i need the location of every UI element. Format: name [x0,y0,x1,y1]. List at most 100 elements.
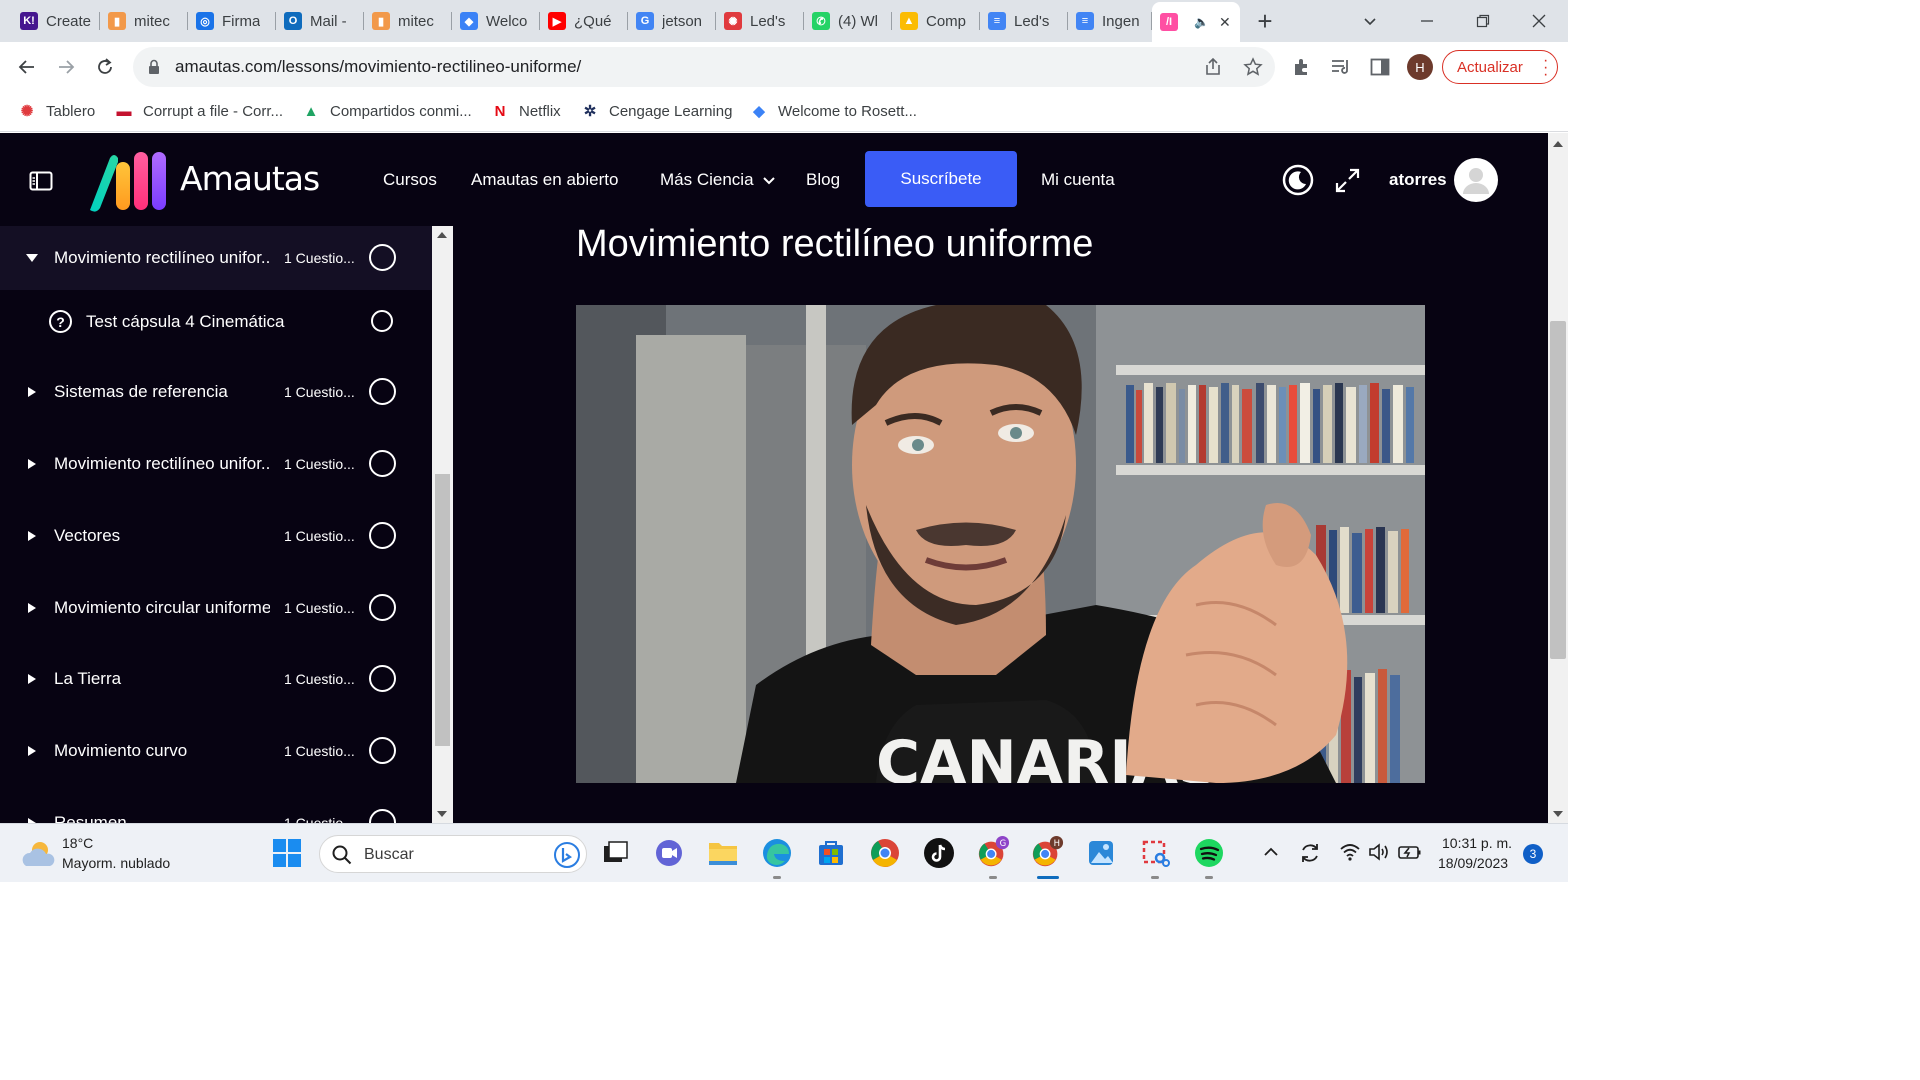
nav-mas-ciencia[interactable]: Más Ciencia [660,170,754,190]
back-icon[interactable] [12,52,42,82]
scroll-up-icon[interactable] [437,232,447,238]
caret-right-icon[interactable] [26,672,38,686]
battery-charging-icon[interactable] [1398,843,1422,861]
file-explorer-icon[interactable] [706,836,740,870]
lesson-item[interactable]: Movimiento circular uniforme 1 Cuestio... [0,576,432,640]
nav-mi-cuenta[interactable]: Mi cuenta [1041,170,1115,190]
completion-circle-icon[interactable] [369,809,396,823]
lesson-quiz-item[interactable]: ? Test cápsula 4 Cinemática [0,290,432,354]
caret-right-icon[interactable] [26,816,38,823]
weather-description[interactable]: Mayorm. nublado [62,855,170,871]
browser-tab[interactable]: /I 🔈 ✕ [1152,2,1240,42]
browser-tab[interactable]: ✺ Led's [716,4,804,38]
fullscreen-icon[interactable] [1335,168,1360,193]
nav-blog[interactable]: Blog [806,170,840,190]
teams-chat-icon[interactable] [652,836,686,870]
subscribe-button[interactable]: Suscríbete [865,151,1017,207]
edge-icon[interactable] [760,836,794,870]
lesson-item[interactable]: Resumen 1 Cuestio... [0,791,432,823]
dark-mode-icon[interactable] [1282,164,1314,196]
address-bar[interactable]: amautas.com/lessons/movimiento-rectiline… [133,47,1275,87]
tray-chevron-up-icon[interactable] [1263,846,1279,858]
lesson-item[interactable]: Vectores 1 Cuestio... [0,504,432,568]
nav-cursos[interactable]: Cursos [383,170,437,190]
task-view-icon[interactable] [598,836,632,870]
windows-start-icon[interactable] [272,838,302,868]
close-window-icon[interactable] [1524,6,1554,36]
share-icon[interactable] [1203,57,1223,77]
bookmark-item[interactable]: ✲ Cengage Learning [581,102,733,121]
clock-date[interactable]: 18/09/2023 [1438,855,1508,871]
lesson-item[interactable]: Movimiento curvo 1 Cuestio... [0,719,432,783]
completion-circle-icon[interactable] [371,310,393,332]
bookmark-item[interactable]: N Netflix [491,102,561,120]
browser-tab[interactable]: ▮ mitec [100,4,188,38]
caret-down-icon[interactable] [26,251,38,265]
chrome-icon[interactable] [868,836,902,870]
completion-circle-icon[interactable] [369,737,396,764]
tab-audio-icon[interactable]: 🔈 [1194,15,1209,29]
completion-circle-icon[interactable] [369,665,396,692]
nav-amautas-en-abierto[interactable]: Amautas en abierto [471,170,618,190]
more-menu-icon[interactable]: · · · [1543,53,1548,83]
chrome-profile-h-icon[interactable]: H [1030,836,1064,870]
browser-tab[interactable]: ▶ ¿Qué [540,4,628,38]
browser-tab[interactable]: O Mail - [276,4,364,38]
taskbar-search-box[interactable]: Buscar [319,835,587,873]
bookmark-item[interactable]: ▲ Compartidos conmi... [302,102,472,120]
completion-circle-icon[interactable] [369,522,396,549]
tab-close-icon[interactable]: ✕ [1219,14,1231,31]
amautas-logo-icon[interactable] [84,150,176,212]
side-panel-icon[interactable] [1369,56,1391,78]
page-scroll-up-icon[interactable] [1553,141,1563,147]
extensions-icon[interactable] [1291,56,1313,78]
profile-avatar[interactable]: H [1407,54,1433,80]
bing-icon[interactable] [554,842,580,868]
page-scrollbar-thumb[interactable] [1550,321,1566,659]
spotify-icon[interactable] [1192,836,1226,870]
caret-right-icon[interactable] [26,601,38,615]
forward-icon[interactable] [51,52,81,82]
photos-icon[interactable] [1084,836,1118,870]
browser-tab[interactable]: ◆ Welco [452,4,540,38]
browser-tab[interactable]: ◎ Firma [188,4,276,38]
sync-icon[interactable] [1298,841,1322,865]
tiktok-icon[interactable] [922,836,956,870]
lesson-item[interactable]: Movimiento rectilíneo unifor... 1 Cuestio… [0,432,432,496]
scroll-down-icon[interactable] [437,811,447,817]
lesson-item[interactable]: Sistemas de referencia 1 Cuestio... [0,360,432,424]
lesson-item[interactable]: Movimiento rectilíneo unifor... 1 Cuestio… [0,226,432,290]
browser-tab[interactable]: ▲ Comp [892,4,980,38]
page-scroll-down-icon[interactable] [1553,811,1563,817]
scrollbar-thumb[interactable] [435,474,450,746]
caret-right-icon[interactable] [26,457,38,471]
completion-circle-icon[interactable] [369,594,396,621]
weather-cloud-icon[interactable] [20,838,56,870]
update-button[interactable]: Actualizar · · · [1442,50,1558,84]
browser-tab[interactable]: K! Create [12,4,100,38]
lock-icon[interactable] [147,59,161,75]
user-avatar[interactable] [1454,158,1498,202]
new-tab-icon[interactable]: + [1250,6,1280,36]
sidebar-toggle-icon[interactable] [29,171,53,191]
sidebar-scrollbar[interactable] [432,226,453,823]
bookmark-item[interactable]: ▬ Corrupt a file - Corr... [115,102,284,120]
username[interactable]: atorres [1389,170,1447,190]
page-scrollbar[interactable] [1548,133,1568,823]
browser-tab[interactable]: ≡ Led's [980,4,1068,38]
completion-circle-icon[interactable] [369,450,396,477]
browser-tab[interactable]: Gjetson [628,4,716,38]
lesson-item[interactable]: La Tierra 1 Cuestio... [0,647,432,711]
bookmark-star-icon[interactable] [1243,57,1263,77]
browser-tab[interactable]: ▮ mitec [364,4,452,38]
chrome-profile-g-icon[interactable]: G [976,836,1010,870]
microsoft-store-icon[interactable] [814,836,848,870]
notification-badge[interactable]: 3 [1523,844,1543,864]
video-frame-image[interactable]: CANARIAS [576,305,1425,783]
snipping-tool-icon[interactable] [1138,836,1172,870]
volume-icon[interactable] [1368,842,1390,862]
clock-time[interactable]: 10:31 p. m. [1442,835,1512,851]
bookmark-item[interactable]: ✺ Tablero [18,102,96,121]
wifi-icon[interactable] [1340,843,1360,861]
caret-right-icon[interactable] [26,744,38,758]
